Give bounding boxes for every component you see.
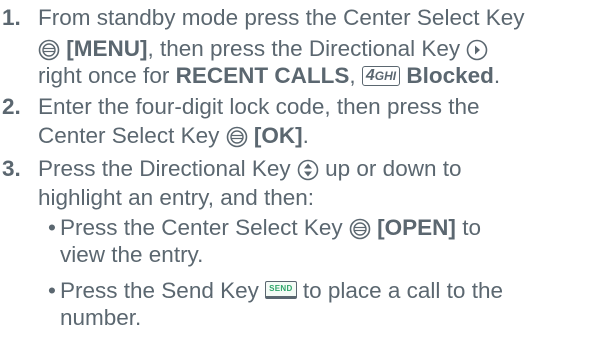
- step-text: Enter the four-digit lock code, then pre…: [38, 94, 480, 119]
- step-text: Center Select Key: [38, 123, 220, 148]
- directional-updown-key-icon: [297, 159, 319, 181]
- menu-softkey-label: [MENU]: [66, 36, 148, 61]
- step-number: 3.: [2, 156, 21, 181]
- step-text: From standby mode press the Center Selec…: [38, 5, 525, 30]
- bullet-2-line-1: Press the Send Key SEND to place a call …: [60, 277, 503, 304]
- bullet-1-line-2: view the entry.: [60, 241, 203, 268]
- ok-softkey-label: [OK]: [253, 123, 303, 148]
- step-3-line-2: highlight an entry, and then:: [38, 184, 314, 211]
- step-number: 1.: [2, 5, 21, 30]
- keypad-4-ghi-icon: 4GHI: [361, 66, 401, 87]
- step-2-line-1: Enter the four-digit lock code, then pre…: [38, 93, 480, 120]
- center-select-key-icon: [38, 39, 60, 61]
- step-number: 2.: [2, 94, 21, 119]
- bullet-text: to: [462, 215, 481, 240]
- center-select-key-icon: [349, 218, 371, 240]
- bullet-dot: •: [48, 215, 56, 240]
- step-text: up or down to: [325, 156, 462, 181]
- center-select-key-icon: [226, 126, 248, 148]
- step-1-line-3: right once for RECENT CALLS, 4GHI Blocke…: [38, 62, 500, 89]
- bullet-1-line-1: Press the Center Select Key [OPEN] to: [60, 214, 481, 241]
- step-text: , then press the Directional Key: [147, 36, 461, 61]
- step-text: highlight an entry, and then:: [38, 185, 315, 210]
- blocked-label: Blocked: [406, 63, 494, 88]
- keycap-letters: GHI: [374, 69, 397, 84]
- comma: ,: [349, 63, 356, 88]
- bullet-text: Press the Center Select Key: [60, 215, 343, 240]
- step-1-line-1: From standby mode press the Center Selec…: [38, 4, 524, 31]
- step-text: Press the Directional Key: [38, 156, 291, 181]
- step-3-line-1: Press the Directional Key up or down to: [38, 155, 461, 182]
- recent-calls-label: RECENT CALLS: [175, 63, 350, 88]
- step-text: right once for: [38, 63, 170, 88]
- instruction-page: 1. From standby mode press the Center Se…: [0, 0, 589, 337]
- bullet-dot: •: [48, 278, 56, 303]
- open-softkey-label: [OPEN]: [377, 215, 456, 240]
- period: .: [493, 63, 501, 88]
- keycap-digit: 4: [365, 67, 375, 85]
- directional-right-key-icon: [466, 39, 488, 61]
- step-1-line-2: [MENU], then press the Directional Key: [38, 35, 488, 62]
- send-key-icon: SEND: [265, 281, 297, 300]
- bullet-text: Press the Send Key: [60, 278, 259, 303]
- step-2-line-2: Center Select Key [OK].: [38, 122, 309, 149]
- bullet-text: view the entry.: [60, 242, 204, 267]
- bullet-text: number.: [60, 305, 142, 330]
- period: .: [302, 123, 309, 148]
- bullet-2-line-2: number.: [60, 304, 141, 331]
- bullet-text: to place a call to the: [302, 278, 503, 303]
